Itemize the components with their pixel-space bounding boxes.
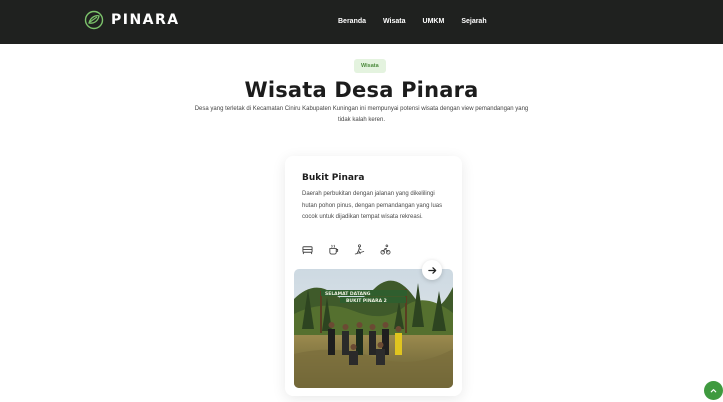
card-title: Bukit Pinara bbox=[302, 173, 365, 183]
nav-link-sejarah[interactable]: Sejarah bbox=[461, 18, 486, 25]
scroll-to-top-button[interactable] bbox=[704, 381, 723, 400]
destination-photo: SELAMAT DATANG BUKIT PINARA 2 bbox=[294, 269, 453, 388]
page-description: Desa yang terletak di Kecamatan Ciniru K… bbox=[194, 106, 529, 123]
leaf-logo-icon bbox=[84, 10, 104, 30]
card-next-button[interactable] bbox=[422, 260, 442, 280]
nav-link-wisata[interactable]: Wisata bbox=[383, 18, 406, 25]
bed-icon bbox=[302, 246, 313, 255]
brand-logo[interactable]: PINARA bbox=[84, 10, 180, 30]
main-menu: Beranda Wisata UMKM Sejarah bbox=[338, 18, 504, 25]
navbar: PINARA Beranda Wisata UMKM Sejarah bbox=[0, 0, 723, 44]
coffee-icon bbox=[329, 244, 339, 255]
svg-text:SELAMAT DATANG: SELAMAT DATANG bbox=[325, 291, 371, 297]
chevron-up-icon bbox=[710, 389, 717, 393]
facility-icons bbox=[302, 244, 391, 255]
card-description: Daerah perbukitan dengan jalanan yang di… bbox=[302, 191, 443, 220]
nav-link-beranda[interactable]: Beranda bbox=[338, 18, 366, 25]
destination-card[interactable]: Bukit Pinara Daerah perbukitan dengan ja… bbox=[285, 156, 462, 396]
bike-icon bbox=[380, 244, 391, 255]
section-badge: Wisata bbox=[354, 59, 386, 73]
nav-link-umkm[interactable]: UMKM bbox=[423, 18, 445, 25]
brand-name: PINARA bbox=[111, 12, 180, 28]
arrow-right-icon bbox=[427, 266, 436, 274]
hiking-icon bbox=[354, 244, 365, 255]
page-title: Wisata Desa Pinara bbox=[244, 78, 479, 102]
svg-text:BUKIT PINARA 2: BUKIT PINARA 2 bbox=[346, 298, 387, 304]
